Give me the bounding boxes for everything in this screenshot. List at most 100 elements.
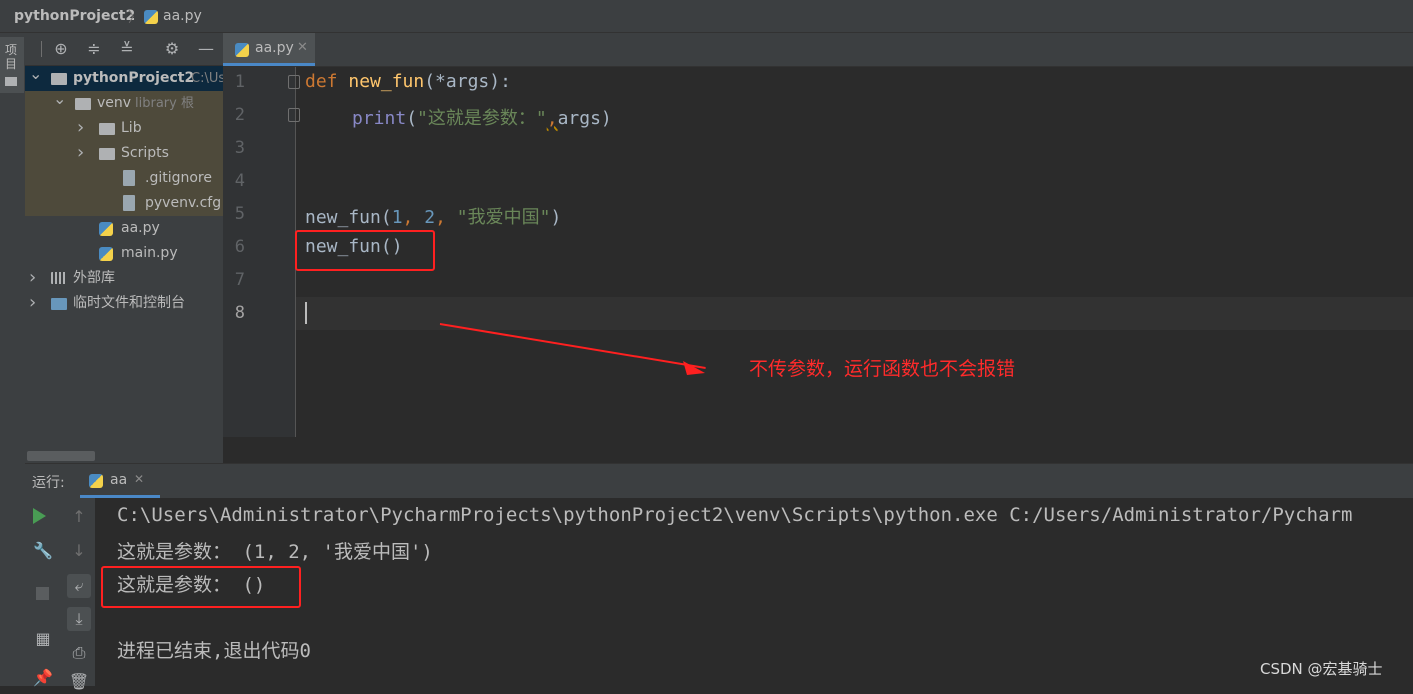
tab-aa-py[interactable]: aa.py ✕ <box>223 33 315 66</box>
python-file-icon <box>144 9 158 28</box>
arrow-down-icon[interactable]: ↓ <box>67 539 91 563</box>
navigation-bar: pythonProject2 〉 aa.py <box>0 0 1413 33</box>
project-toolbar: ⊕ ≑ ≚ ⚙ — <box>25 33 223 66</box>
line-number: 2 <box>234 105 245 125</box>
call-close: ) <box>550 207 562 228</box>
code-line-2: print("这就是参数：",args) <box>352 104 612 130</box>
tree-item[interactable]: main.py <box>25 241 223 266</box>
tree-item-label: pythonProject2 <box>73 70 195 86</box>
tree-item-label: aa.py <box>121 220 160 236</box>
tree-item[interactable]: › Lib <box>25 116 223 141</box>
line-number: 7 <box>234 270 245 290</box>
breadcrumb-file[interactable]: aa.py <box>163 8 202 24</box>
project-tool-tab-label: 项目 <box>5 43 18 71</box>
run-tab-label: aa <box>110 472 128 488</box>
chevron-down-icon[interactable]: ⌄ <box>53 91 66 111</box>
fold-end-icon[interactable] <box>288 108 300 122</box>
run-toolbar: ↑ 🔧 ↓ ⤶ ▦ ⤓ ⎙ 📌 🗑 <box>25 498 95 691</box>
paren: ( <box>406 108 418 129</box>
builtin-print: print <box>352 108 407 129</box>
tree-item[interactable]: .gitignore <box>25 166 223 191</box>
code-line-1: def new_fun(*args): <box>305 71 511 92</box>
keyword-def: def <box>305 71 349 92</box>
wrench-icon[interactable]: 🔧 <box>31 539 55 563</box>
expand-all-icon[interactable]: ≑ <box>82 37 106 61</box>
tree-item-label: venv <box>97 95 132 111</box>
tree-item[interactable]: pyvenv.cfg <box>25 191 223 216</box>
gear-icon[interactable]: ⚙ <box>160 37 184 61</box>
indent-guide <box>295 127 296 437</box>
number-literal: 2 <box>424 207 436 228</box>
tree-item[interactable]: › 临时文件和控制台 <box>25 291 223 316</box>
layout-icon[interactable]: ▦ <box>31 627 55 651</box>
breadcrumb-project[interactable]: pythonProject2 <box>14 8 135 24</box>
arrow-line <box>439 323 706 369</box>
console-line: 进程已结束,退出代码0 <box>117 640 311 662</box>
tree-item[interactable]: › 外部库 <box>25 266 223 291</box>
chevron-right-icon[interactable]: › <box>29 291 36 315</box>
chevron-down-icon[interactable]: ⌄ <box>29 66 42 86</box>
hide-icon[interactable]: — <box>194 37 218 61</box>
arrow-annotation <box>439 323 706 375</box>
tab-label: aa.py <box>255 40 294 56</box>
highlight-box <box>101 566 301 608</box>
tree-item-label: 临时文件和控制台 <box>73 295 185 311</box>
line-number: 3 <box>234 138 245 158</box>
annotation-text: 不传参数，运行函数也不会报错 <box>749 358 1016 380</box>
pin-icon[interactable]: 📌 <box>31 666 55 690</box>
text-caret <box>305 302 307 324</box>
editor-tab-bar: aa.py ✕ <box>223 33 1413 67</box>
comma-warning: , <box>546 108 558 129</box>
line-number: 4 <box>234 171 245 191</box>
tree-item-hint: library 根 <box>135 96 194 111</box>
run-tab-aa[interactable]: aa ✕ <box>80 464 160 498</box>
highlight-box <box>295 230 435 271</box>
close-icon[interactable]: ✕ <box>134 472 144 486</box>
close-icon[interactable]: ✕ <box>297 40 308 55</box>
collapse-all-icon[interactable]: ≚ <box>115 37 139 61</box>
code-editor[interactable]: 1 2 3 4 5 6 7 8 def new_fun(*args): prin… <box>223 67 1413 437</box>
line-number: 6 <box>234 237 245 257</box>
console-line: 这就是参数： (1, 2, '我爱中国') <box>117 541 433 563</box>
separator: , <box>402 207 425 228</box>
string-literal: "我爱中国" <box>456 207 551 228</box>
separator: , <box>435 207 457 228</box>
python-file-icon <box>235 42 249 61</box>
function-params: (*args): <box>424 71 511 92</box>
rerun-icon[interactable] <box>33 508 46 524</box>
tree-item-label: Lib <box>121 120 142 136</box>
tree-item-label: Scripts <box>121 145 169 161</box>
run-panel-title: 运行: <box>32 475 65 491</box>
scroll-to-end-icon[interactable]: ⤓ <box>67 607 91 631</box>
line-number: 8 <box>234 303 245 323</box>
fold-start-icon[interactable] <box>288 75 300 89</box>
call-open: new_fun( <box>305 207 392 228</box>
chevron-right-icon[interactable]: › <box>77 141 84 165</box>
chevron-right-icon[interactable]: › <box>29 266 36 290</box>
locate-icon[interactable]: ⊕ <box>49 37 73 61</box>
editor-bottom-space <box>223 437 1413 463</box>
string-literal: "这就是参数：" <box>417 108 547 129</box>
stop-icon[interactable] <box>36 587 49 600</box>
watermark: CSDN @宏基骑士 <box>1260 660 1383 678</box>
soft-wrap-icon[interactable]: ⤶ <box>67 574 91 598</box>
python-file-icon <box>89 473 103 492</box>
tree-item-hint: C:\Us <box>191 71 223 86</box>
horizontal-scrollbar[interactable] <box>27 451 95 461</box>
project-tree: ⌄ pythonProject2 C:\Us ⌄ venv library 根 › Lib › S… <box>25 66 223 346</box>
trash-icon[interactable]: 🗑 <box>67 670 91 694</box>
tree-item-label: .gitignore <box>145 170 212 186</box>
console-output[interactable]: C:\Users\Administrator\PycharmProjects\p… <box>95 498 1413 686</box>
line-number: 5 <box>234 204 245 224</box>
arrow-up-icon[interactable]: ↑ <box>67 505 91 529</box>
breadcrumb-separator-icon: 〉 <box>128 10 142 26</box>
tree-item[interactable]: ⌄ pythonProject2 C:\Us <box>25 66 223 91</box>
project-tool-tab[interactable]: 项目 <box>0 37 24 93</box>
print-icon[interactable]: ⎙ <box>67 641 91 665</box>
tree-item[interactable]: › Scripts <box>25 141 223 166</box>
tree-item[interactable]: ⌄ venv library 根 <box>25 91 223 116</box>
tree-item[interactable]: aa.py <box>25 216 223 241</box>
line-number: 1 <box>234 72 245 92</box>
project-panel: ⊕ ≑ ≚ ⚙ — ⌄ pythonProject2 C:\Us ⌄ venv libra… <box>25 33 223 463</box>
chevron-right-icon[interactable]: › <box>77 116 84 140</box>
